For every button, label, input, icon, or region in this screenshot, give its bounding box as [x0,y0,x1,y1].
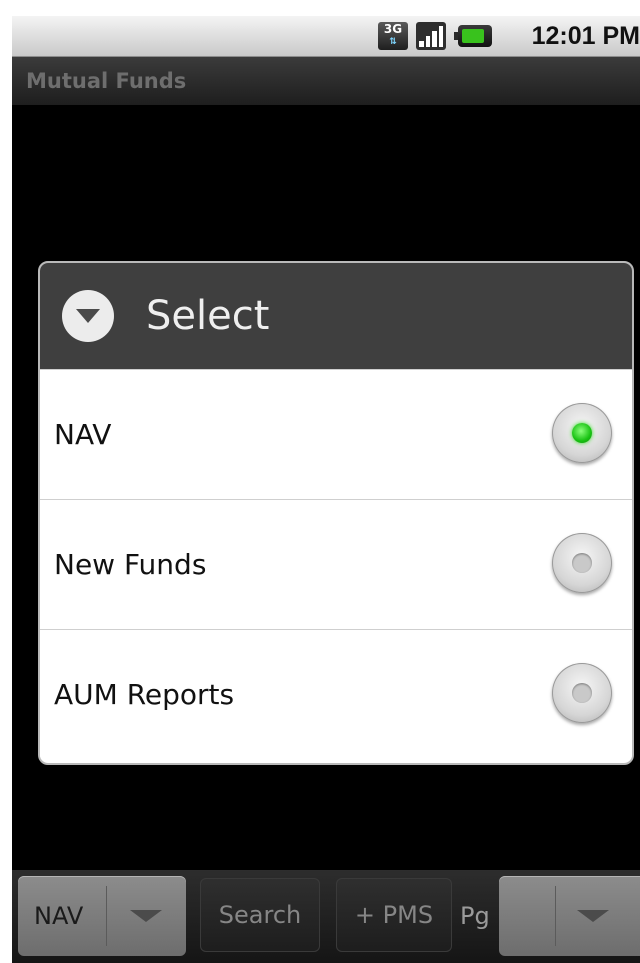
radio-button[interactable] [552,663,612,723]
select-dialog: Select NAV New Funds AUM Reports [38,261,634,765]
dialog-title: Select [146,293,270,339]
3g-data-icon: 3G ⇅ [378,22,408,50]
radio-button-selected[interactable] [552,403,612,463]
phone-screen: 3G ⇅ 12:01 PM Mutual Funds Select NAV Ne… [12,16,640,963]
option-new-funds[interactable]: New Funds [40,499,632,629]
page-spinner[interactable] [499,876,640,956]
search-button[interactable]: Search [200,878,320,952]
option-aum-reports[interactable]: AUM Reports [40,629,632,759]
option-label: New Funds [54,548,207,581]
pms-button[interactable]: + PMS [336,878,452,952]
network-type-label: 3G [383,22,403,36]
radio-button[interactable] [552,533,612,593]
option-label: NAV [54,418,112,451]
category-spinner[interactable]: NAV [18,876,186,956]
data-arrows-icon: ⇅ [389,37,397,47]
page-label: Pg [460,902,490,930]
status-time: 12:01 PM [531,22,640,50]
spinner-divider [555,886,556,946]
spinner-divider [106,886,107,946]
bottom-toolbar: NAV Search + PMS Pg [12,870,640,963]
signal-strength-icon [416,22,446,50]
battery-charging-icon [454,25,492,47]
option-label: AUM Reports [54,678,235,711]
status-bar: 3G ⇅ 12:01 PM [12,16,640,57]
app-title-bar: Mutual Funds [12,57,640,105]
status-icons: 3G ⇅ [378,22,492,50]
chevron-down-icon [577,910,609,922]
dialog-header: Select [40,263,632,369]
category-spinner-value: NAV [34,902,84,930]
app-title: Mutual Funds [26,69,187,93]
chevron-down-icon [130,910,162,922]
dropdown-circle-icon [62,290,114,342]
option-nav[interactable]: NAV [40,369,632,499]
